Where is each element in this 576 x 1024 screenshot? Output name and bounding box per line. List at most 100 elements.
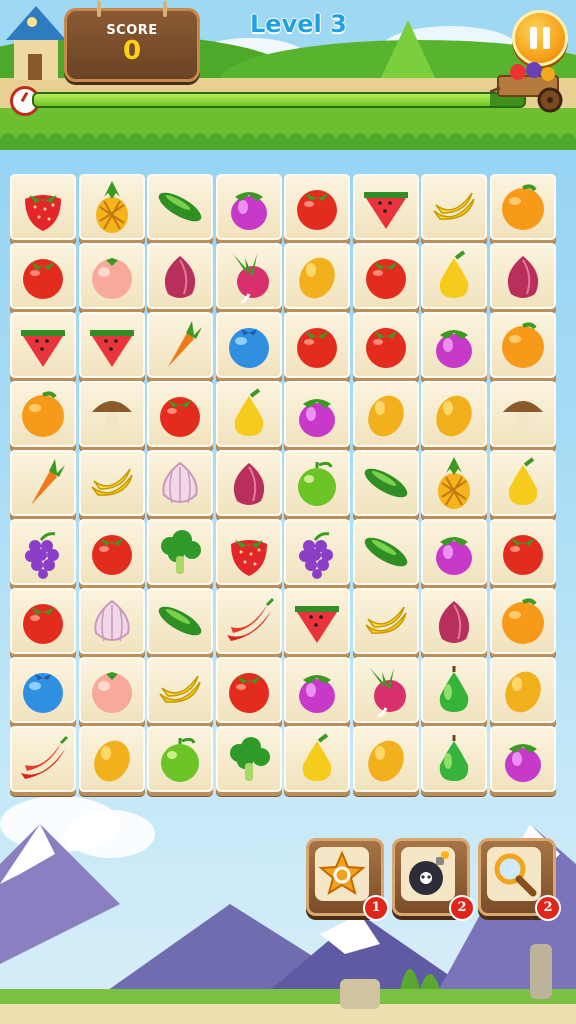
tile-mushroom[interactable]	[490, 381, 556, 447]
shuffle-powerup[interactable]: 1	[306, 838, 389, 921]
tile-pear[interactable]	[284, 726, 350, 792]
cucumber-icon	[158, 606, 202, 636]
tile-pineapple[interactable]	[421, 450, 487, 516]
onion-icon	[438, 601, 470, 643]
tile-mango[interactable]	[353, 381, 419, 447]
sign-rope	[97, 1, 101, 17]
pear-icon	[234, 388, 264, 436]
tile-eggplant[interactable]	[421, 519, 487, 585]
tile-strawberry[interactable]	[10, 174, 76, 240]
radish-icon	[370, 668, 406, 718]
tile-tomato[interactable]	[353, 243, 419, 309]
tile-tomato[interactable]	[147, 381, 213, 447]
tile-green-pear[interactable]	[421, 657, 487, 723]
tile-onion[interactable]	[216, 450, 282, 516]
tile-tomato[interactable]	[10, 588, 76, 654]
tile-watermelon[interactable]	[79, 312, 145, 378]
chili-icon	[21, 735, 69, 779]
tile-onion[interactable]	[147, 243, 213, 309]
tile-banana[interactable]	[421, 174, 487, 240]
tile-radish[interactable]	[353, 657, 419, 723]
tile-mango[interactable]	[79, 726, 145, 792]
tile-eggplant[interactable]	[284, 381, 350, 447]
tile-broccoli[interactable]	[216, 726, 282, 792]
tile-cucumber[interactable]	[353, 450, 419, 516]
tomato-icon	[92, 535, 132, 575]
tile-apple[interactable]	[284, 450, 350, 516]
tile-eggplant[interactable]	[216, 174, 282, 240]
apple-icon	[298, 461, 336, 506]
tile-pear[interactable]	[216, 381, 282, 447]
hint-powerup[interactable]: 2	[478, 838, 561, 921]
banana-icon	[365, 606, 407, 634]
tile-banana[interactable]	[79, 450, 145, 516]
tile-cucumber[interactable]	[147, 588, 213, 654]
eggplant-icon	[505, 744, 541, 782]
tile-onion[interactable]	[490, 243, 556, 309]
tile-cucumber[interactable]	[353, 519, 419, 585]
bomb-powerup[interactable]: 2	[392, 838, 475, 921]
tile-pineapple[interactable]	[79, 174, 145, 240]
tile-blueberry[interactable]	[10, 657, 76, 723]
apple-icon	[161, 737, 199, 782]
tile-tomato[interactable]	[353, 312, 419, 378]
tile-mushroom[interactable]	[79, 381, 145, 447]
tile-eggplant[interactable]	[490, 726, 556, 792]
cucumber-icon	[364, 537, 408, 567]
blueberry-icon	[229, 328, 269, 368]
tile-chili[interactable]	[216, 588, 282, 654]
tile-strawberry[interactable]	[216, 519, 282, 585]
tile-mango[interactable]	[353, 726, 419, 792]
tile-garlic[interactable]	[79, 588, 145, 654]
tile-watermelon[interactable]	[284, 588, 350, 654]
tomato-icon	[297, 328, 337, 368]
tile-orange[interactable]	[490, 588, 556, 654]
tile-garlic[interactable]	[147, 450, 213, 516]
tile-mango[interactable]	[490, 657, 556, 723]
tile-orange[interactable]	[490, 312, 556, 378]
tile-radish[interactable]	[216, 243, 282, 309]
orange-icon	[22, 391, 64, 437]
tile-tomato[interactable]	[79, 519, 145, 585]
tile-tomato[interactable]	[490, 519, 556, 585]
tile-orange[interactable]	[10, 381, 76, 447]
tile-tomato[interactable]	[284, 174, 350, 240]
tile-tomato[interactable]	[10, 243, 76, 309]
eggplant-icon	[231, 192, 267, 230]
tile-watermelon[interactable]	[353, 174, 419, 240]
bomb-icon	[409, 851, 449, 895]
tile-grape[interactable]	[284, 519, 350, 585]
tile-onion[interactable]	[421, 588, 487, 654]
chili-icon	[227, 597, 275, 641]
tile-broccoli[interactable]	[147, 519, 213, 585]
mango-icon	[368, 395, 404, 437]
pause-button[interactable]	[512, 10, 568, 66]
tile-eggplant[interactable]	[421, 312, 487, 378]
tile-tomato[interactable]	[284, 312, 350, 378]
tile-pear[interactable]	[421, 243, 487, 309]
tile-eggplant[interactable]	[284, 657, 350, 723]
tile-chili[interactable]	[10, 726, 76, 792]
tomato-icon	[366, 259, 406, 299]
tile-mango[interactable]	[421, 381, 487, 447]
tile-watermelon[interactable]	[10, 312, 76, 378]
powerup-frame	[315, 847, 369, 901]
mushroom-icon	[92, 401, 132, 432]
tile-mango[interactable]	[284, 243, 350, 309]
tile-blueberry[interactable]	[216, 312, 282, 378]
eggplant-icon	[436, 537, 472, 575]
tile-peach[interactable]	[79, 657, 145, 723]
tile-carrot[interactable]	[10, 450, 76, 516]
tile-banana[interactable]	[353, 588, 419, 654]
tile-cucumber[interactable]	[147, 174, 213, 240]
tile-grape[interactable]	[10, 519, 76, 585]
tile-banana[interactable]	[147, 657, 213, 723]
tile-pear[interactable]	[490, 450, 556, 516]
powerup-count-badge: 1	[363, 895, 389, 921]
tile-tomato[interactable]	[216, 657, 282, 723]
tile-green-pear[interactable]	[421, 726, 487, 792]
tile-orange[interactable]	[490, 174, 556, 240]
tile-peach[interactable]	[79, 243, 145, 309]
tile-apple[interactable]	[147, 726, 213, 792]
tile-carrot[interactable]	[147, 312, 213, 378]
